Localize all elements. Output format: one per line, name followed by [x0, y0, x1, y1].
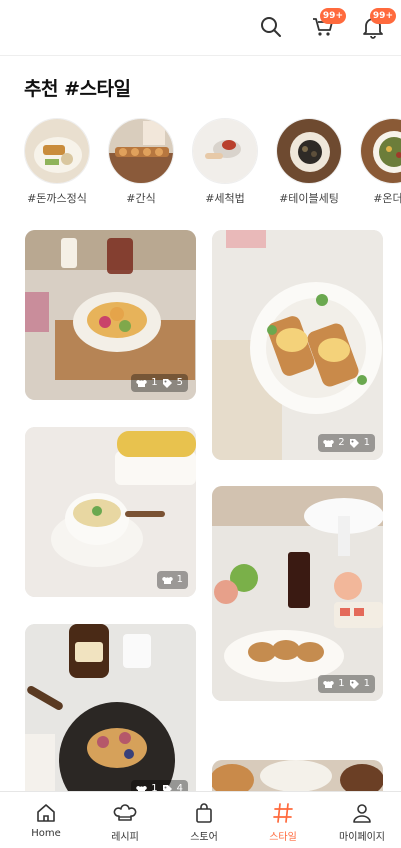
top-bar: 99+ 99+ — [0, 0, 401, 56]
post-meta: 1 — [156, 571, 188, 589]
bottom-tab-bar: Home 레시피 스토어 스타일 마이페이지 — [0, 791, 401, 848]
chef-hat-icon — [113, 801, 137, 825]
notification-badge: 99+ — [369, 8, 396, 24]
tab-mypage[interactable]: 마이페이지 — [322, 792, 401, 848]
hashtag-icon — [271, 801, 295, 825]
post-meta: 2 1 — [318, 434, 375, 452]
chef-hat-icon — [161, 575, 173, 586]
post-image — [212, 486, 383, 701]
category-item[interactable]: #테이블세팅 — [276, 118, 342, 206]
recipe-count: 1 — [151, 783, 158, 791]
style-post-card[interactable]: 2 1 — [212, 230, 383, 460]
tab-style[interactable]: 스타일 — [243, 792, 323, 848]
tag-icon — [162, 378, 173, 389]
product-count: 4 — [176, 783, 183, 791]
category-item[interactable]: #온더테 — [360, 118, 401, 206]
cart-badge: 99+ — [319, 8, 346, 24]
recipe-count: 1 — [151, 377, 158, 388]
recipe-count: 1 — [176, 574, 183, 585]
main-content: 추천 #스타일 #돈까스정식 #간식 #세척법 #테이블세팅 #온더 1 5 2… — [0, 56, 401, 791]
post-image — [212, 230, 383, 460]
style-post-card[interactable]: 1 — [25, 427, 196, 597]
category-list: #돈까스정식 #간식 #세척법 #테이블세팅 #온더테 — [24, 118, 401, 208]
chef-hat-icon — [323, 438, 334, 449]
category-item[interactable]: #간식 — [108, 118, 174, 206]
post-meta: 1 5 — [131, 374, 188, 392]
product-count: 1 — [363, 437, 370, 448]
post-meta: 1 1 — [318, 675, 375, 693]
bell-icon[interactable]: 99+ — [360, 8, 396, 40]
category-label: #온더테 — [373, 192, 401, 205]
person-icon — [350, 801, 374, 825]
home-icon — [34, 801, 58, 825]
product-count: 1 — [363, 678, 370, 689]
category-thumbnail — [360, 118, 401, 184]
category-item[interactable]: #돈까스정식 — [24, 118, 90, 206]
tag-icon — [349, 679, 360, 690]
tab-store[interactable]: 스토어 — [164, 792, 244, 848]
style-post-card[interactable] — [212, 760, 383, 791]
tab-label: Home — [31, 828, 61, 839]
post-image — [212, 760, 383, 791]
category-label: #테이블세팅 — [279, 192, 339, 205]
tab-label: 마이페이지 — [339, 832, 385, 843]
recipe-count: 2 — [338, 437, 345, 448]
style-post-card[interactable]: 1 1 — [212, 486, 383, 701]
post-meta: 1 4 — [131, 780, 188, 791]
tag-icon — [349, 438, 360, 449]
category-thumbnail — [108, 118, 174, 184]
section-title: 추천 #스타일 — [24, 78, 131, 100]
category-thumbnail — [24, 118, 90, 184]
chef-hat-icon — [136, 784, 147, 791]
tag-icon — [162, 784, 173, 791]
shopping-bag-icon — [192, 801, 216, 825]
style-post-card[interactable]: 1 5 — [25, 230, 196, 400]
category-label: #돈까스정식 — [27, 192, 87, 205]
category-item[interactable]: #세척법 — [192, 118, 258, 206]
tab-home[interactable]: Home — [6, 792, 86, 848]
tab-label: 레시피 — [111, 832, 139, 843]
search-icon[interactable] — [258, 14, 284, 40]
style-post-card[interactable]: 1 4 — [25, 624, 196, 791]
chef-hat-icon — [136, 378, 147, 389]
tab-label: 스타일 — [269, 832, 297, 843]
category-thumbnail — [276, 118, 342, 184]
tab-recipe[interactable]: 레시피 — [85, 792, 165, 848]
post-image — [25, 624, 196, 791]
recipe-count: 1 — [338, 678, 345, 689]
category-label: #세척법 — [205, 192, 245, 205]
product-count: 5 — [176, 377, 183, 388]
cart-icon[interactable]: 99+ — [310, 8, 346, 40]
category-label: #간식 — [126, 192, 156, 205]
chef-hat-icon — [323, 679, 334, 690]
category-thumbnail — [192, 118, 258, 184]
tab-label: 스토어 — [190, 832, 218, 843]
